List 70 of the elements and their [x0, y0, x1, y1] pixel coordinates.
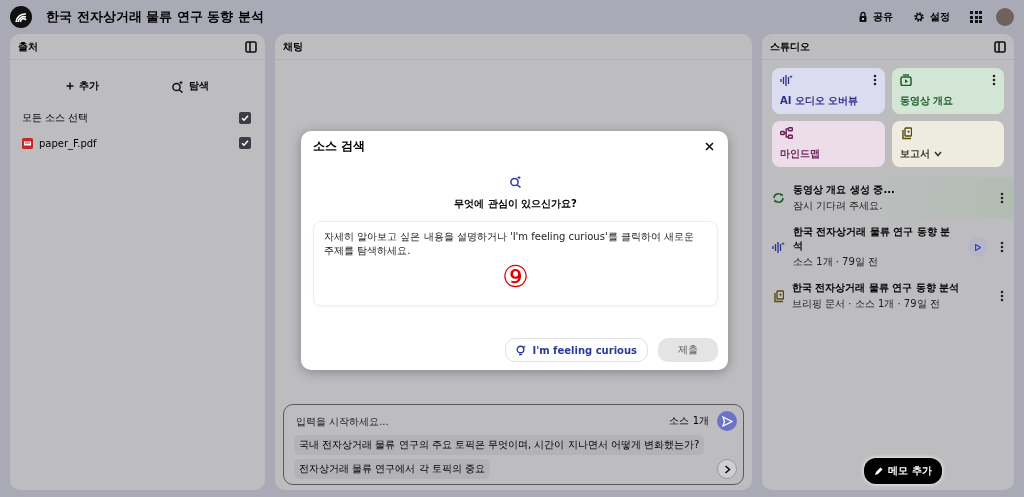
add-note-button[interactable]: 메모 추가 — [864, 458, 942, 484]
lock-icon — [858, 11, 868, 23]
chevron-icon — [723, 464, 731, 474]
pdf-icon — [22, 137, 33, 149]
play-icon — [975, 243, 981, 251]
waveform-icon — [772, 241, 785, 253]
tool-label: AI 오디오 오버뷰 — [780, 94, 859, 108]
next-button[interactable] — [717, 459, 737, 479]
send-button[interactable] — [717, 411, 737, 431]
add-source-button[interactable]: 추가 — [58, 75, 107, 97]
more-icon — [1000, 192, 1004, 204]
artifact-subtitle: 브리핑 문서 · 소스 1개 · 79일 전 — [792, 297, 941, 311]
lightbulb-icon — [516, 344, 527, 356]
chat-input-field[interactable]: 입력을 시작하세요... — [294, 414, 662, 428]
feeling-curious-button[interactable]: I'm feeling curious — [505, 338, 648, 362]
artifact-title: 한국 전자상거래 물류 연구 동향 분석 — [793, 225, 952, 253]
waveform-icon — [780, 74, 793, 86]
panel-toggle-icon[interactable] — [245, 40, 257, 53]
plus-icon — [66, 82, 74, 90]
artifact-subtitle: 잠시 기다려 주세요. — [793, 199, 884, 213]
source-count: 소스 1개 — [669, 414, 709, 428]
notebook-title: 한국 전자상거래 물류 연구 동향 분석 — [46, 8, 264, 26]
tool-label: 마인드맵 — [780, 147, 820, 161]
studio-tool-card[interactable]: 보고서 — [891, 121, 1004, 167]
annotation-number: ⑨ — [502, 262, 529, 292]
studio-tool-card[interactable]: 동영상 개요 — [891, 68, 1004, 114]
close-icon — [705, 141, 714, 151]
panel-title: 출처 — [18, 39, 38, 54]
artifact-item[interactable]: 한국 전자상거래 물류 연구 동향 분석 브리핑 문서 · 소스 1개 · 79일 전 — [762, 275, 1014, 317]
panel-title: 채팅 — [283, 39, 303, 54]
report-icon — [772, 289, 784, 303]
checkbox[interactable] — [239, 112, 251, 124]
suggestion-chip[interactable]: 전자상거래 물류 연구에서 각 토픽의 중요 — [294, 459, 490, 479]
dialog-question: 무엇에 관심이 있으신가요? — [453, 197, 578, 211]
placeholder-text: 자세히 알아보고 싶은 내용을 설명하거나 'I'm feeling curious'를 클릭하여 새로운 주제를 탐색하세요. — [324, 230, 695, 258]
dialog-title: 소스 검색 — [313, 137, 366, 155]
apps-icon[interactable] — [970, 11, 982, 23]
chevron-down-icon — [933, 151, 942, 157]
sparkle-search-icon — [509, 175, 522, 188]
suggestion-chip[interactable]: 국내 전자상거래 물류 연구의 주요 토픽은 무엇이며, 시간이 지나면서 어떻게 변화했는가? — [294, 435, 705, 455]
sparkle-search-icon — [171, 79, 184, 93]
panel-title: 스튜디오 — [770, 39, 810, 54]
artifact-subtitle: 소스 1개 · 79일 전 — [793, 255, 879, 269]
source-name[interactable]: paper_F.pdf — [39, 137, 233, 149]
settings-button[interactable]: 설정 — [907, 6, 956, 28]
mind-map-icon — [780, 127, 793, 139]
avatar[interactable] — [996, 8, 1014, 26]
more-icon — [1000, 290, 1004, 302]
tool-label: 보고서 — [899, 147, 930, 161]
more-icon — [1000, 241, 1004, 253]
logo-icon — [10, 6, 32, 28]
play-button[interactable] — [968, 237, 988, 257]
description-field[interactable]: 자세히 알아보고 싶은 내용을 설명하거나 'I'm feeling curious'를 클릭하여 새로운 주제를 탐색하세요. ⑨ — [313, 221, 718, 306]
discover-button[interactable]: 탐색 — [163, 75, 217, 97]
studio-tool-card[interactable]: AI 오디오 오버뷰 — [772, 68, 885, 114]
send-icon — [721, 415, 733, 427]
checkbox[interactable] — [239, 137, 251, 149]
artifact-title: 한국 전자상거래 물류 연구 동향 분석 — [792, 281, 961, 295]
select-all-label: 모든 소스 선택 — [22, 111, 89, 125]
studio-tool-card[interactable]: 마인드맵 — [772, 121, 885, 167]
panel-toggle-icon[interactable] — [994, 40, 1006, 53]
artifact-item[interactable]: 한국 전자상거래 물류 연구 동향 분석 소스 1개 · 79일 전 — [762, 219, 1014, 275]
pencil-icon — [874, 466, 884, 476]
video-icon — [899, 74, 912, 86]
tool-label: 동영상 개요 — [899, 94, 953, 108]
report-icon — [899, 127, 912, 140]
share-button[interactable]: 공유 — [852, 6, 899, 28]
settings-icon — [913, 11, 925, 23]
sync-icon — [772, 192, 785, 204]
artifact-title: 동영상 개요 생성 중... — [793, 183, 896, 197]
